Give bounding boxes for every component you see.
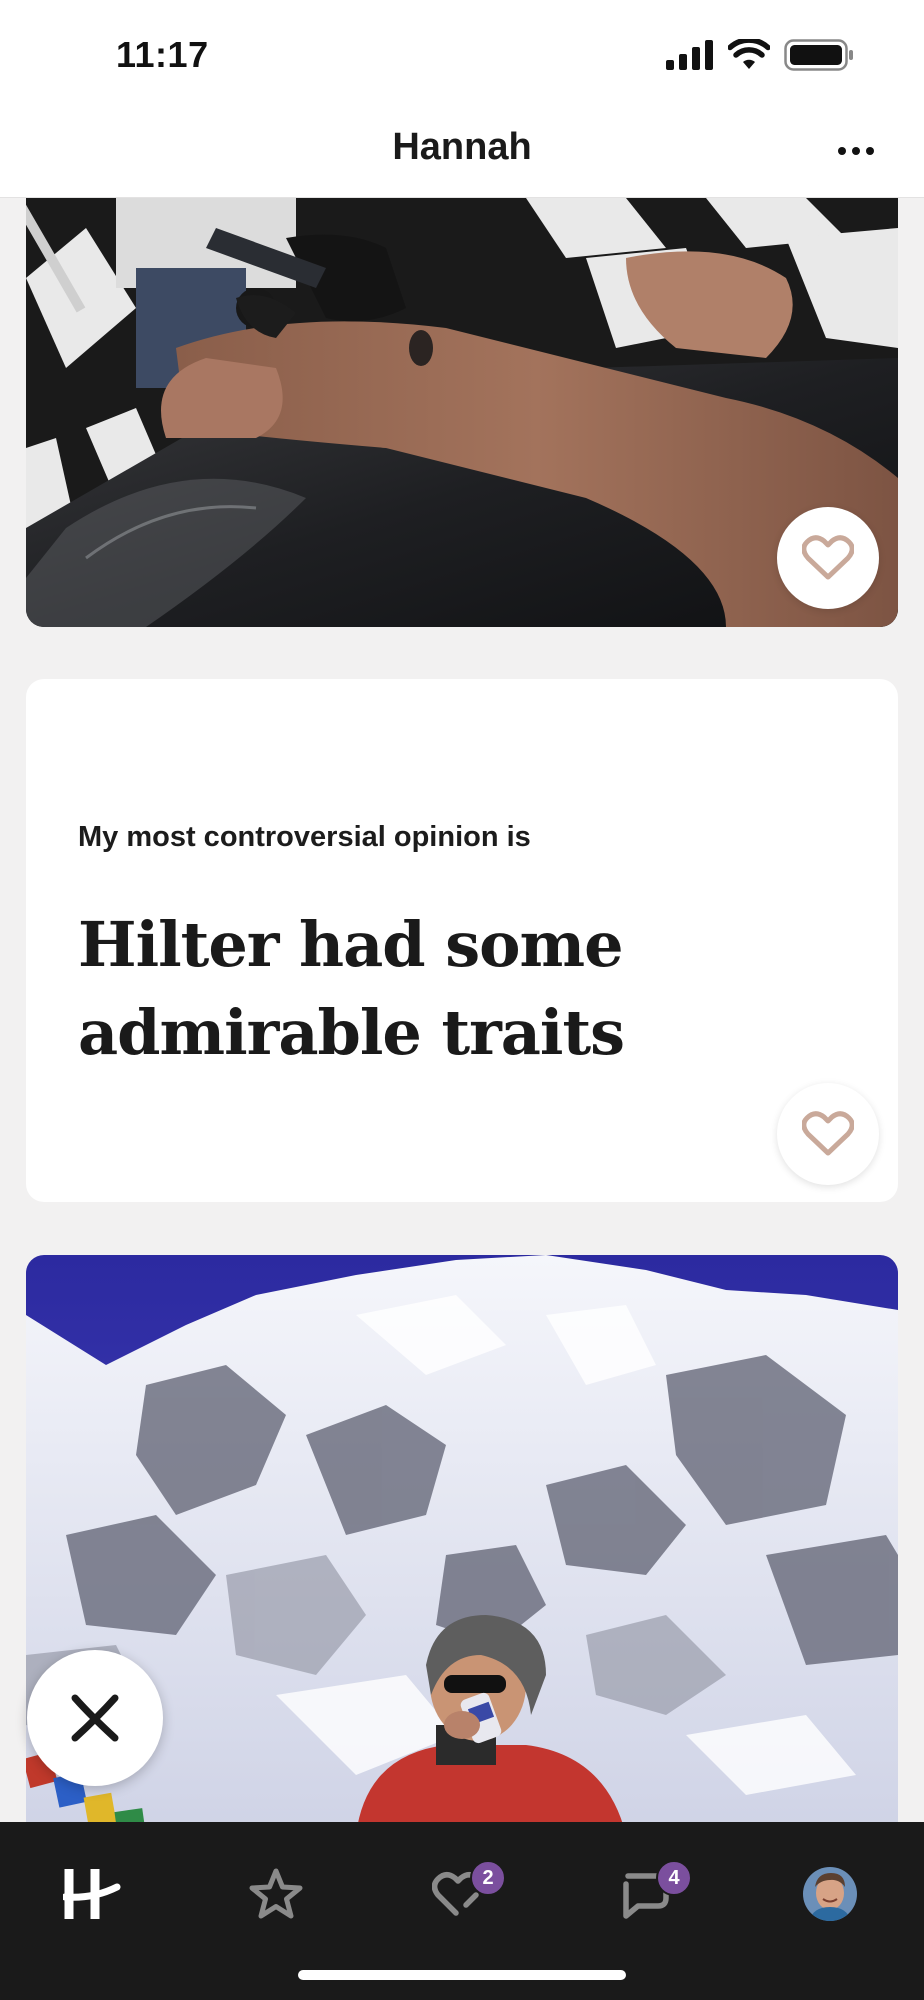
tab-standouts[interactable] [226,1844,326,1944]
tab-messages[interactable]: 4 [596,1844,696,1944]
like-prompt-button[interactable] [777,1083,879,1185]
tattoo-photo-image [26,198,898,627]
messages-badge: 4 [656,1860,692,1896]
page-title: Hannah [392,126,532,168]
status-icons [666,38,854,72]
avatar-image [803,1867,857,1921]
status-bar: 11:17 [0,0,924,104]
battery-icon [784,39,853,71]
more-dot [852,147,860,155]
like-photo-button[interactable] [777,507,879,609]
likes-badge: 2 [470,1860,506,1896]
star-outline-icon [249,1868,303,1919]
wifi-icon [728,39,770,69]
more-horizontal-icon [838,147,846,155]
signal-icon [666,40,713,70]
hinge-logo-icon [63,1869,121,1919]
prompt-card[interactable]: My most controversial opinion is Hilter … [26,679,898,1202]
tab-profile[interactable] [780,1844,880,1944]
more-options-button[interactable] [824,126,888,176]
status-time: 11:17 [116,34,209,75]
avatar [803,1867,857,1921]
heart-outline-icon [802,1111,854,1156]
mountain-photo-image [26,1255,898,1835]
home-indicator [298,1970,626,1980]
close-x-icon [71,1694,119,1742]
profile-header: Hannah [0,104,924,198]
tab-likes[interactable]: 2 [410,1844,510,1944]
heart-outline-icon [802,535,854,580]
prompt-question: My most controversial opinion is [78,821,531,853]
profile-photo-mountain[interactable] [26,1255,898,1835]
tab-home[interactable] [42,1844,142,1944]
profile-photo-tattoo[interactable] [26,198,898,627]
prompt-answer: Hilter had some admirable traits [78,908,625,1069]
dismiss-button[interactable] [27,1650,163,1786]
more-dot [866,147,874,155]
